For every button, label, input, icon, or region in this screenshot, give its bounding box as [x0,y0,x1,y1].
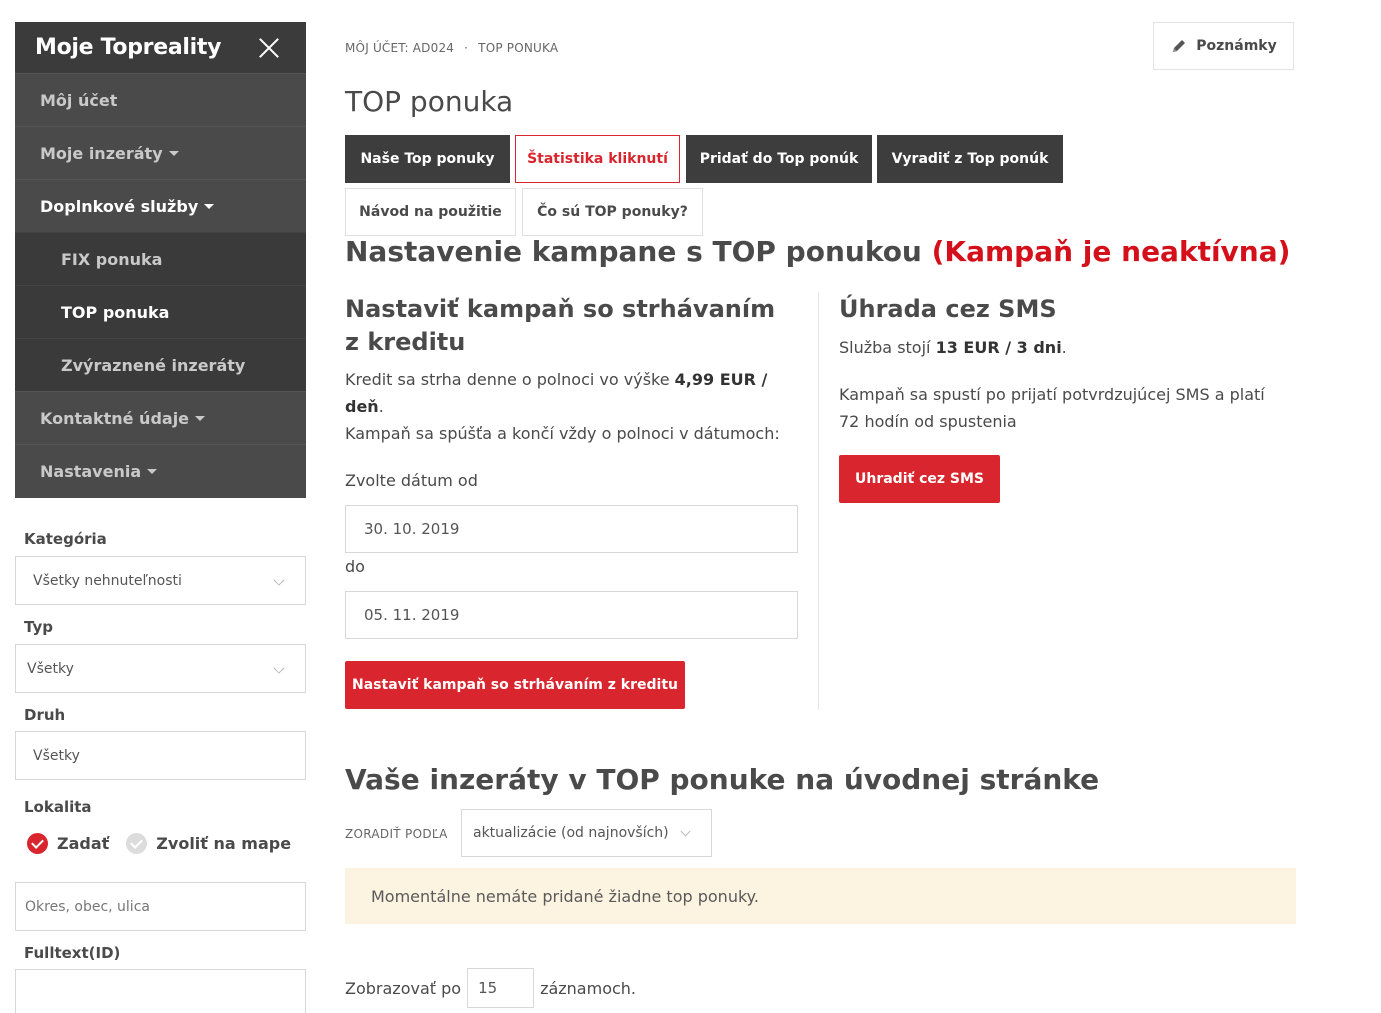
per-page-input[interactable]: 15 [467,968,535,1008]
sms-heading: Úhrada cez SMS [839,295,1057,323]
caret-down-icon [147,468,158,474]
sidebar-item-contact-details[interactable]: Kontaktné údaje [15,391,306,444]
sidebar-item-label: Zvýraznené inzeráty [61,355,246,375]
campaign-status: (Kampaň je neaktívna) [931,235,1291,268]
chevron-down-icon [273,662,285,674]
pencil-icon [1173,40,1186,52]
sidebar-item-fix-offer[interactable]: FIX ponuka [15,232,306,285]
breadcrumb-separator: · [464,41,469,55]
caret-down-icon [204,203,215,209]
locality-input[interactable]: Okres, obec, ulica [15,882,306,931]
sidebar-item-highlighted-listings[interactable]: Zvýraznené inzeráty [15,338,306,391]
credit-line1-suffix: . [378,397,384,416]
caret-down-icon [195,415,206,421]
chevron-down-icon [273,574,285,586]
sidebar-title: Moje Topreality [35,35,222,60]
sort-select[interactable]: aktualizácie (od najnovších) [461,809,712,857]
sms-price-text: Služba stojí [839,338,931,357]
caret-down-icon [168,150,179,156]
date-from-label: Zvolte dátum od [345,471,478,490]
notes-button-label: Poznámky [1196,38,1277,54]
credit-campaign-heading: Nastaviť kampaň so strhávaním z kreditu [345,295,776,356]
category-select[interactable]: Všetky nehnuteľnosti [15,556,306,605]
sms-price-amount: 13 EUR / 3 dni [935,338,1062,357]
column-divider [818,292,819,710]
breadcrumb-current: TOP PONUKA [478,41,559,55]
sidebar-menu: Moje Topreality Môj účet Moje inzeráty D… [15,22,306,498]
type-label: Typ [24,618,53,636]
date-to-label: do [345,557,365,576]
radio-checked-icon[interactable] [27,833,48,854]
fulltext-input[interactable] [15,969,306,1013]
sidebar-item-settings[interactable]: Nastavenia [15,444,306,497]
date-to-input[interactable]: 05. 11. 2019 [345,591,798,639]
sidebar-item-my-listings[interactable]: Moje inzeráty [15,126,306,179]
page-title: TOP ponuka [345,85,514,118]
date-from-input[interactable]: 30. 10. 2019 [345,505,798,553]
sidebar-item-my-account[interactable]: Môj účet [15,73,306,126]
type-select[interactable]: Všetky [15,644,306,693]
sort-label: ZORADIŤ PODĽA [345,827,448,841]
per-page-prefix: Zobrazovať po [345,978,462,998]
locality-option-enter[interactable]: Zadať [57,834,109,853]
kind-select[interactable]: Všetky [15,731,306,780]
notes-button[interactable]: Poznámky [1153,22,1294,70]
locality-options: Zadať Zvoliť na mape [27,833,291,854]
empty-alert: Momentálne nemáte pridané žiadne top pon… [345,868,1296,924]
kind-select-value: Všetky [33,747,80,764]
credit-line2-text: Kampaň sa spúšťa a končí vždy o polnoci … [345,424,780,443]
locality-option-map[interactable]: Zvoliť na mape [156,834,291,853]
fulltext-label: Fulltext(ID) [24,944,121,962]
sms-info: Kampaň sa spustí po prijatí potvrdzujúce… [839,385,1265,431]
sidebar-item-label: Kontaktné údaje [40,408,190,428]
locality-placeholder: Okres, obec, ulica [25,898,150,915]
tab-remove-from-top[interactable]: Vyradiť z Top ponúk [877,135,1063,183]
sidebar-item-label: Nastavenia [40,461,142,481]
category-select-value: Všetky nehnuteľnosti [33,572,182,589]
tab-our-top-offers[interactable]: Naše Top ponuky [345,135,510,183]
locality-label: Lokalita [24,798,92,816]
tab-click-statistics[interactable]: Štatistika kliknutí [515,135,680,183]
pay-sms-button[interactable]: Uhradiť cez SMS [839,455,1000,503]
sms-price: Služba stojí 13 EUR / 3 dni. [839,334,1067,361]
breadcrumb-account[interactable]: MÔJ ÚČET: AD024 [345,41,454,55]
sms-price-suffix: . [1061,338,1067,357]
close-icon[interactable] [256,35,282,61]
radio-unchecked-icon[interactable] [126,833,148,854]
date-to-value: 05. 11. 2019 [364,606,460,624]
tab-add-to-top[interactable]: Pridať do Top ponúk [686,135,872,183]
set-credit-campaign-button[interactable]: Nastaviť kampaň so strhávaním z kreditu [345,661,685,709]
campaign-heading-text: Nastavenie kampane s TOP ponukou [345,235,922,268]
sidebar-item-label: FIX ponuka [61,249,163,269]
campaign-heading: Nastavenie kampane s TOP ponukou (Kampaň… [345,235,1290,268]
category-label: Kategória [24,530,107,548]
credit-line1-text: Kredit sa strha denne o polnoci vo výške [345,370,670,389]
sidebar-item-label: Moje inzeráty [40,143,163,163]
chevron-down-icon [680,826,691,837]
tab-usage-guide[interactable]: Návod na použitie [345,188,516,236]
tab-what-are-top-offers[interactable]: Čo sú TOP ponuky? [522,188,703,236]
sort-select-value: aktualizácie (od najnovších) [473,825,669,841]
breadcrumb: MÔJ ÚČET: AD024 · TOP PONUKA [345,41,558,55]
sidebar-item-label: TOP ponuka [61,302,170,322]
credit-description: Kredit sa strha denne o polnoci vo výške… [345,366,795,447]
type-select-value: Všetky [27,660,74,677]
sidebar-header: Moje Topreality [15,22,306,73]
per-page-control: Zobrazovať po 15 záznamoch. [345,968,636,1008]
listing-heading: Vaše inzeráty v TOP ponuke na úvodnej st… [345,763,1100,796]
empty-alert-text: Momentálne nemáte pridané žiadne top pon… [371,886,759,906]
sidebar-item-label: Doplnkové služby [40,196,199,216]
per-page-suffix: záznamoch. [540,978,637,998]
sidebar-item-additional-services[interactable]: Doplnkové služby [15,179,306,232]
sidebar-item-label: Môj účet [40,90,118,110]
per-page-value: 15 [478,979,498,997]
date-from-value: 30. 10. 2019 [364,520,460,538]
kind-label: Druh [24,706,66,724]
sidebar-item-top-offer[interactable]: TOP ponuka [15,285,306,338]
